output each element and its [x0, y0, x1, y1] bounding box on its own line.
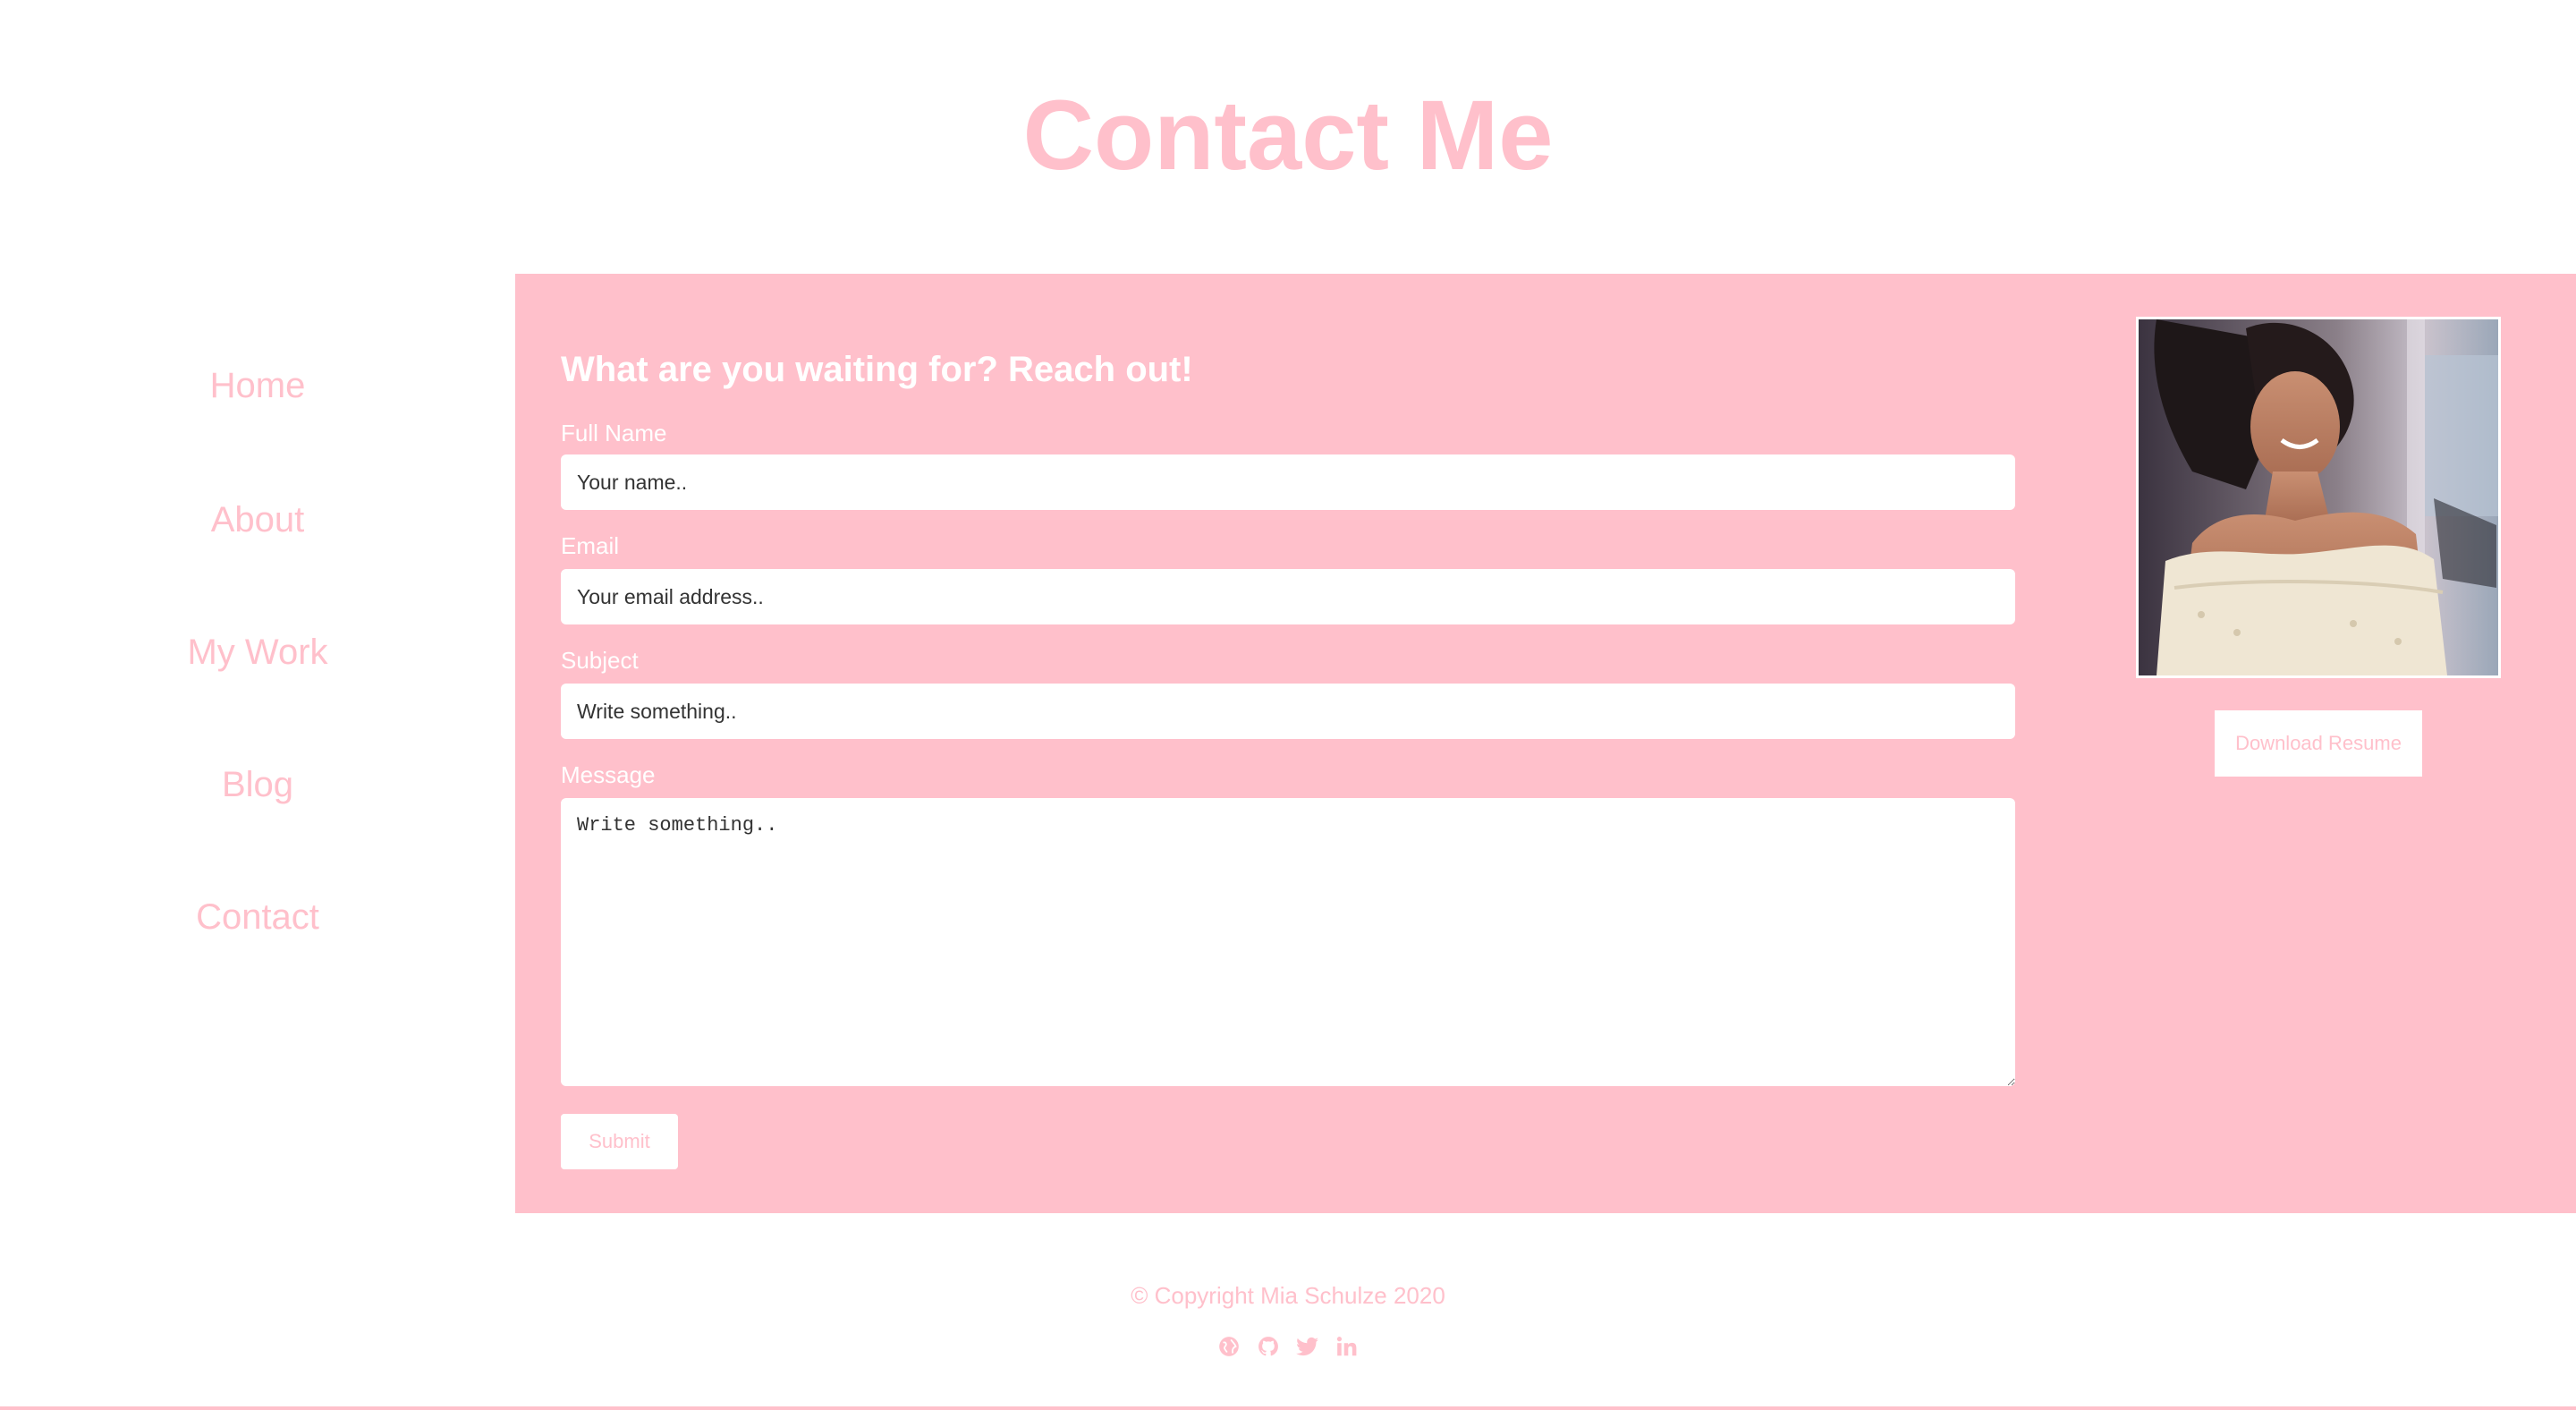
sidebar-item-blog[interactable]: Blog [0, 762, 515, 807]
sidebar-item-contact[interactable]: Contact [0, 895, 515, 939]
subject-label: Subject [561, 647, 639, 674]
bottom-divider [0, 1406, 2576, 1410]
email-label: Email [561, 532, 620, 559]
submit-button[interactable]: Submit [561, 1114, 678, 1169]
copyright-text: © Copyright Mia Schulze 2020 [1131, 1282, 1445, 1309]
contact-panel: What are you waiting for? Reach out! Ful… [515, 274, 2576, 1213]
globe-icon[interactable] [1216, 1334, 1241, 1359]
download-resume-button[interactable]: Download Resume [2215, 710, 2422, 777]
subject-input[interactable] [561, 684, 2015, 739]
page-title: Contact Me [1022, 81, 1554, 191]
linkedin-icon[interactable] [1335, 1334, 1360, 1359]
profile-photo-image [2139, 319, 2498, 675]
form-heading: What are you waiting for? Reach out! [561, 350, 1193, 389]
sidebar-item-home[interactable]: Home [0, 363, 515, 408]
message-textarea[interactable] [561, 798, 2015, 1086]
email-input[interactable] [561, 569, 2015, 624]
sidebar-item-my-work[interactable]: My Work [0, 630, 515, 675]
profile-photo [2136, 317, 2501, 678]
github-icon[interactable] [1256, 1334, 1281, 1359]
twitter-icon[interactable] [1295, 1334, 1320, 1359]
social-links [1216, 1333, 1360, 1360]
full-name-label: Full Name [561, 420, 667, 446]
full-name-input[interactable] [561, 454, 2015, 510]
sidebar-nav: Home About My Work Blog Contact [0, 274, 515, 1213]
message-label: Message [561, 761, 656, 788]
sidebar-item-about[interactable]: About [0, 497, 515, 542]
